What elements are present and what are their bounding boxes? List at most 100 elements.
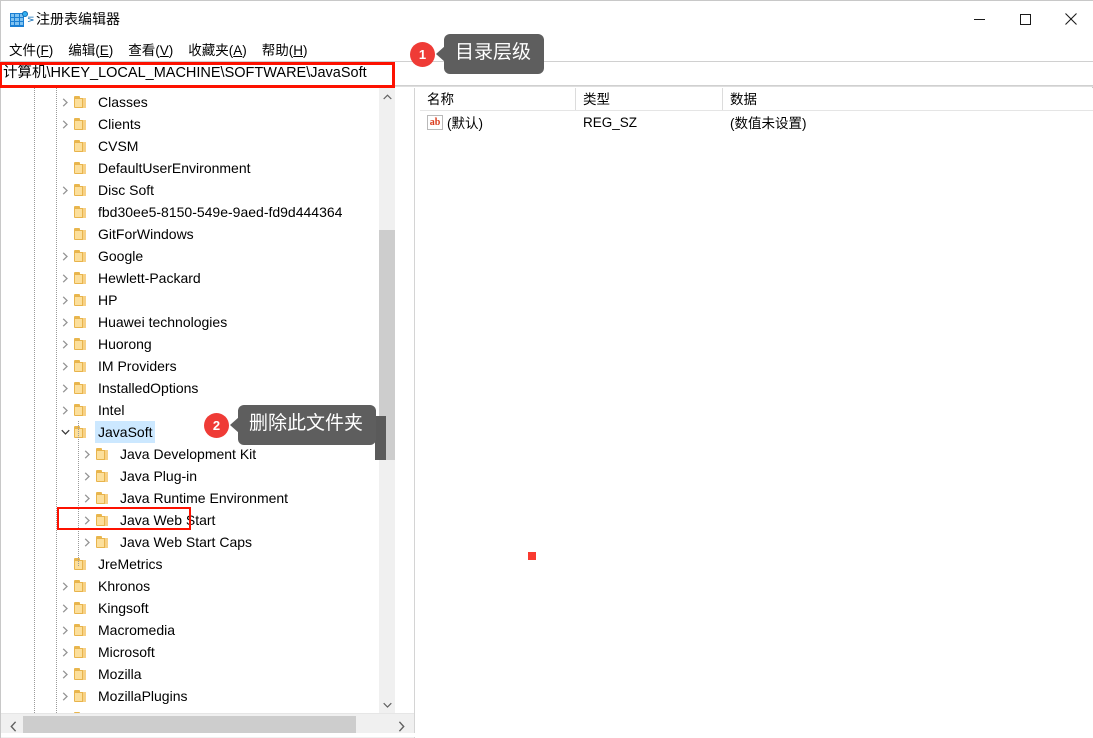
chevron-right-icon[interactable] [57,641,73,663]
folder-icon [73,578,89,594]
tree-item-kingsoft[interactable]: Kingsoft [1,597,395,619]
registry-editor-icon: ⋝ [10,10,35,28]
tree-item-disc-soft[interactable]: Disc Soft [1,179,395,201]
column-header-type[interactable]: 类型 [576,88,723,110]
tree-item-huawei-technologies[interactable]: Huawei technologies [1,311,395,333]
tree-item-java-runtime-environment[interactable]: Java Runtime Environment [1,487,395,509]
tree-item-im-providers[interactable]: IM Providers [1,355,395,377]
menu-item-5[interactable]: 帮助(H) [255,37,315,61]
chevron-right-icon[interactable] [57,663,73,685]
chevron-right-icon[interactable] [57,113,73,135]
chevron-right-icon[interactable] [79,487,95,509]
tree-vertical-scrollbar[interactable] [375,88,395,713]
tree-item-label: JavaSoft [95,421,156,443]
value-row[interactable]: ab (默认) REG_SZ (数值未设置) [420,111,1093,133]
folder-icon [73,182,89,198]
window-title: 注册表编辑器 [36,11,120,27]
tree-item-defaultuserenvironment[interactable]: DefaultUserEnvironment [1,157,395,179]
close-button[interactable] [1048,1,1093,37]
tree-item-java-web-start-caps[interactable]: Java Web Start Caps [1,531,395,553]
tree-item-label: Google [98,248,144,264]
scrollbar-thumb-dark[interactable] [375,416,386,460]
tree-item-java-development-kit[interactable]: Java Development Kit [1,443,395,465]
tree-item-khronos[interactable]: Khronos [1,575,395,597]
chevron-right-icon[interactable] [57,685,73,707]
menu-item-3[interactable]: 查看(V) [121,37,180,61]
folder-icon [73,424,89,440]
tree-item-label: Disc Soft [98,182,155,198]
tree-item-google[interactable]: Google [1,245,395,267]
tree-item-label: Microsoft [98,644,155,660]
tree-item-label: fbd30ee5-8150-549e-9aed-fd9d444364 [98,204,343,220]
chevron-right-icon[interactable] [57,333,73,355]
chevron-right-icon[interactable] [57,245,73,267]
folder-icon [73,358,89,374]
chevron-right-icon[interactable] [57,289,73,311]
tree-item-jremetrics[interactable]: JreMetrics [1,553,395,575]
tree-item-mozilla[interactable]: Mozilla [1,663,395,685]
chevron-right-icon[interactable] [57,91,73,113]
folder-icon [73,116,89,132]
menu-item-4[interactable]: 收藏夹(A) [181,37,254,61]
chevron-right-icon[interactable] [57,597,73,619]
pane-splitter[interactable] [414,88,419,738]
menu-item-2[interactable]: 编辑(E) [61,37,120,61]
minimize-button[interactable] [956,1,1002,37]
tree-item-label: Mozilla [98,666,142,682]
tree-item-microsoft[interactable]: Microsoft [1,641,395,663]
tree-item-hp[interactable]: HP [1,289,395,311]
chevron-right-icon[interactable] [57,619,73,641]
menu-item-1[interactable]: 文件(F) [2,37,60,61]
tree-item-label: Kingsoft [98,600,149,616]
chevron-right-icon[interactable] [57,377,73,399]
tree-item-java-web-start[interactable]: Java Web Start [1,509,395,531]
chevron-right-icon[interactable] [79,443,95,465]
tree-item-gitforwindows[interactable]: GitForWindows [1,223,395,245]
tree-item-label: Java Plug-in [120,468,198,484]
annotation-callout-2: 2 删除此文件夹 [204,405,377,445]
registry-tree-pane[interactable]: Classes Clients CVSM DefaultUserEnvironment… [1,88,396,713]
chevron-right-icon[interactable] [79,509,95,531]
window-bottom-edge [1,733,1093,737]
red-marker-dot [528,552,536,560]
chevron-right-icon[interactable] [57,575,73,597]
column-header-data[interactable]: 数据 [723,88,1093,110]
chevron-right-icon[interactable] [57,179,73,201]
chevron-right-icon[interactable] [57,399,73,421]
tree-item-label: GitForWindows [98,226,194,242]
folder-icon [73,138,89,154]
chevron-right-icon[interactable] [79,531,95,553]
tree-item-macromedia[interactable]: Macromedia [1,619,395,641]
ab-string-icon: ab [427,114,443,130]
chevron-right-icon[interactable] [57,311,73,333]
column-header-name[interactable]: 名称 [420,88,576,110]
tree-item-java-plug-in[interactable]: Java Plug-in [1,465,395,487]
title-bar: ⋝ 注册表编辑器 [1,1,1093,37]
tree-item-label: Huorong [98,336,152,352]
folder-icon [73,204,89,220]
scroll-up-icon[interactable] [379,88,395,105]
folder-icon [73,336,89,352]
chevron-right-icon[interactable] [79,465,95,487]
folder-icon [95,534,111,550]
tree-item-huorong[interactable]: Huorong [1,333,395,355]
tree-item-label: Java Runtime Environment [120,490,289,506]
folder-icon [73,666,89,682]
tree-item-cvsm[interactable]: CVSM [1,135,395,157]
folder-icon [73,622,89,638]
scroll-down-icon[interactable] [379,696,395,713]
tree-guide-line-1 [34,88,35,713]
chevron-right-icon[interactable] [57,267,73,289]
tree-item-hewlett-packard[interactable]: Hewlett-Packard [1,267,395,289]
maximize-button[interactable] [1002,1,1048,37]
tree-item-installedoptions[interactable]: InstalledOptions [1,377,395,399]
values-list: ab (默认) REG_SZ (数值未设置) [420,111,1093,133]
chevron-right-icon[interactable] [57,355,73,377]
chevron-down-icon[interactable] [57,421,73,443]
tree-item-mozillaplugins[interactable]: MozillaPlugins [1,685,395,707]
tree-item-fbd30ee5-8150-549e-9aed-fd9d444364[interactable]: fbd30ee5-8150-549e-9aed-fd9d444364 [1,201,395,223]
tree-item-classes[interactable]: Classes [1,91,395,113]
registry-path-input[interactable]: 计算机\HKEY_LOCAL_MACHINE\SOFTWARE\JavaSoft [1,61,1093,86]
tree-item-clients[interactable]: Clients [1,113,395,135]
tree-item-label: HP [98,292,118,308]
